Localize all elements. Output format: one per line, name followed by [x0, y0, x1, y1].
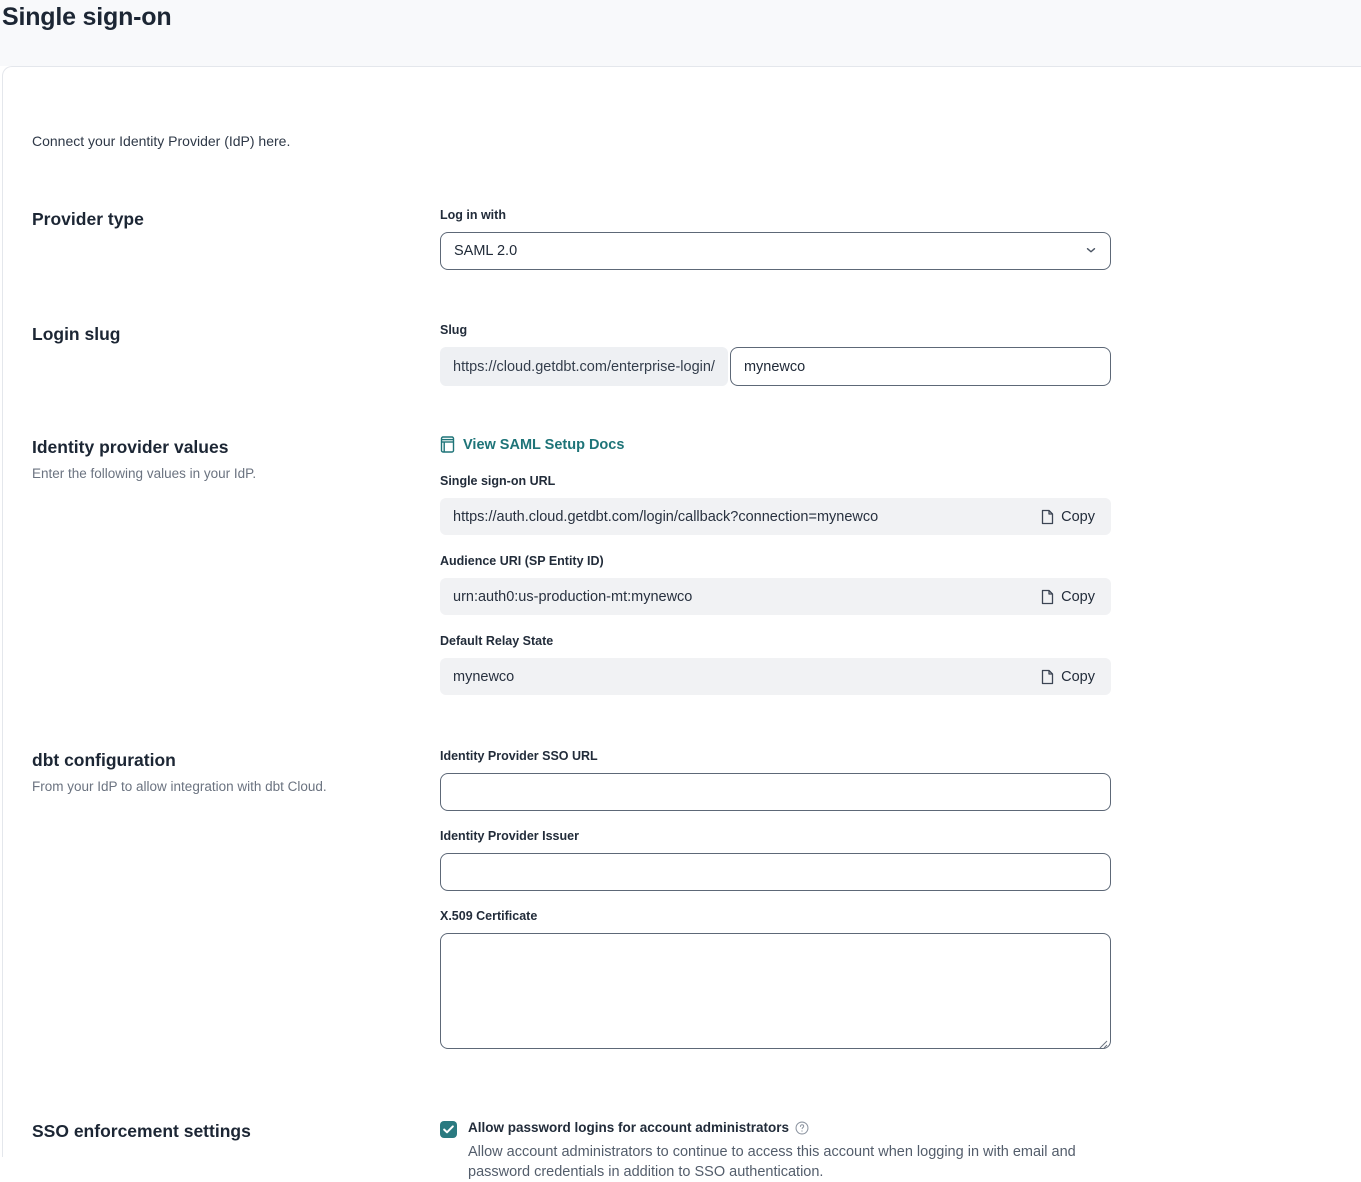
audience-uri-copy-button[interactable]: Copy: [1038, 589, 1098, 605]
checkmark-icon: [443, 1125, 454, 1134]
copy-button-label: Copy: [1061, 509, 1095, 525]
identity-provider-values-subtext: Enter the following values in your IdP.: [32, 465, 440, 483]
chevron-down-icon: [1084, 243, 1098, 257]
login-with-label: Log in with: [440, 208, 1111, 223]
allow-password-logins-label: Allow password logins for account admini…: [468, 1120, 789, 1135]
idp-sso-url-label: Identity Provider SSO URL: [440, 749, 1111, 764]
allow-password-logins-checkbox[interactable]: [440, 1121, 457, 1138]
idp-issuer-input[interactable]: [440, 853, 1111, 891]
x509-certificate-textarea[interactable]: [440, 933, 1111, 1049]
idp-sso-url-input[interactable]: [440, 773, 1111, 811]
dbt-configuration-heading: dbt configuration: [32, 749, 440, 771]
journal-docs-icon: [440, 436, 455, 453]
sso-url-value: https://auth.cloud.getdbt.com/login/call…: [453, 509, 1038, 525]
page-header: Single sign-on: [0, 0, 1361, 66]
x509-certificate-field: X.509 Certificate: [440, 909, 1111, 1049]
allow-password-logins-row: Allow password logins for account admini…: [440, 1120, 1111, 1182]
sso-url-copy-button[interactable]: Copy: [1038, 509, 1098, 525]
view-saml-setup-docs-label: View SAML Setup Docs: [463, 437, 624, 453]
view-saml-setup-docs-link[interactable]: View SAML Setup Docs: [440, 436, 624, 453]
section-provider-type: Provider type Log in with SAML 2.0: [3, 208, 1361, 270]
copy-button-label: Copy: [1061, 589, 1095, 605]
slug-url-prefix: https://cloud.getdbt.com/enterprise-logi…: [440, 347, 728, 386]
intro-text: Connect your Identity Provider (IdP) her…: [3, 133, 1361, 149]
default-relay-state-copy-button[interactable]: Copy: [1038, 669, 1098, 685]
copy-icon: [1041, 589, 1054, 605]
provider-type-select[interactable]: SAML 2.0: [440, 232, 1111, 270]
identity-provider-values-heading: Identity provider values: [32, 436, 440, 458]
page-title: Single sign-on: [2, 3, 1361, 32]
login-slug-heading: Login slug: [32, 323, 440, 345]
slug-input[interactable]: [730, 347, 1111, 386]
idp-sso-url-field: Identity Provider SSO URL: [440, 749, 1111, 811]
sso-url-label: Single sign-on URL: [440, 474, 1111, 489]
provider-type-heading: Provider type: [32, 208, 440, 230]
section-dbt-configuration: dbt configuration From your IdP to allow…: [3, 749, 1361, 1067]
slug-label: Slug: [440, 323, 1111, 338]
audience-uri-label: Audience URI (SP Entity ID): [440, 554, 1111, 569]
audience-uri-row: urn:auth0:us-production-mt:mynewco Copy: [440, 578, 1111, 615]
sso-enforcement-heading: SSO enforcement settings: [32, 1120, 440, 1142]
audience-uri-field: Audience URI (SP Entity ID) urn:auth0:us…: [440, 554, 1111, 615]
allow-password-logins-description: Allow account administrators to continue…: [468, 1142, 1093, 1182]
copy-icon: [1041, 669, 1054, 685]
default-relay-state-row: mynewco Copy: [440, 658, 1111, 695]
section-sso-enforcement: SSO enforcement settings Allow password …: [3, 1120, 1361, 1182]
dbt-configuration-subtext: From your IdP to allow integration with …: [32, 778, 440, 796]
provider-type-selected-value: SAML 2.0: [454, 243, 517, 259]
audience-uri-value: urn:auth0:us-production-mt:mynewco: [453, 589, 1038, 605]
idp-issuer-label: Identity Provider Issuer: [440, 829, 1111, 844]
default-relay-state-label: Default Relay State: [440, 634, 1111, 649]
copy-button-label: Copy: [1061, 669, 1095, 685]
sso-settings-card: Connect your Identity Provider (IdP) her…: [2, 66, 1361, 1157]
section-login-slug: Login slug Slug https://cloud.getdbt.com…: [3, 323, 1361, 386]
idp-issuer-field: Identity Provider Issuer: [440, 829, 1111, 891]
sso-url-row: https://auth.cloud.getdbt.com/login/call…: [440, 498, 1111, 535]
help-circle-icon[interactable]: [795, 1121, 809, 1135]
sso-url-field: Single sign-on URL https://auth.cloud.ge…: [440, 474, 1111, 535]
default-relay-state-field: Default Relay State mynewco Copy: [440, 634, 1111, 695]
x509-certificate-label: X.509 Certificate: [440, 909, 1111, 924]
default-relay-state-value: mynewco: [453, 669, 1038, 685]
section-identity-provider-values: Identity provider values Enter the follo…: [3, 436, 1361, 695]
copy-icon: [1041, 509, 1054, 525]
